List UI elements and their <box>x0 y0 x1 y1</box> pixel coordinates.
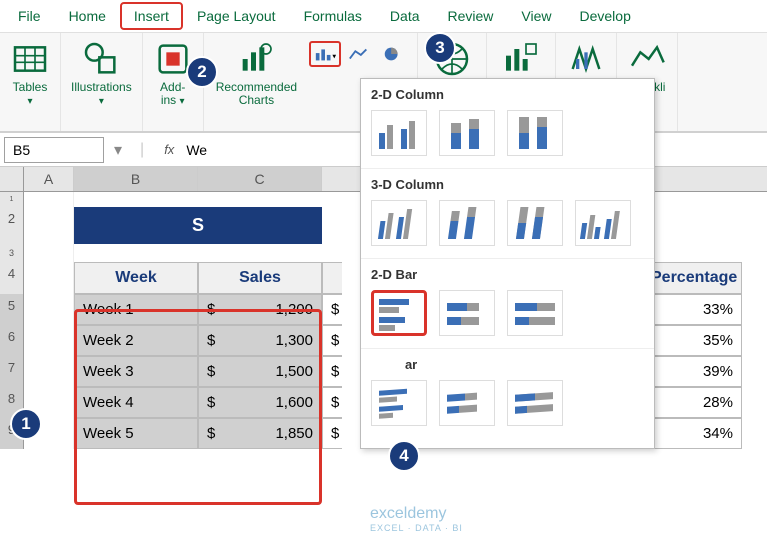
cell-sales-2[interactable]: $1,300 <box>198 325 322 356</box>
stacked100-3d-column-option[interactable] <box>507 200 563 246</box>
row-header-4[interactable]: 4 <box>0 262 24 294</box>
stacked100-3d-bar-option[interactable] <box>507 380 563 426</box>
ribbon-tables-group[interactable]: Tables▾ <box>0 33 61 131</box>
cell-pct-3[interactable]: 39% <box>642 356 742 387</box>
stacked100-bar-option[interactable] <box>507 290 563 336</box>
recommended-charts-icon <box>236 39 276 79</box>
chart-type-dropdown: 2-D Column 3-D Column 2-D Bar 3-D Bar <box>360 78 655 449</box>
tab-data[interactable]: Data <box>376 2 434 30</box>
cell-next-3[interactable]: $ <box>322 356 342 387</box>
cell-week-5[interactable]: Week 5 <box>74 418 198 449</box>
cell-sales-4[interactable]: $1,600 <box>198 387 322 418</box>
map3d-icon <box>566 39 606 79</box>
3d-column-option[interactable] <box>575 200 631 246</box>
col-header-A[interactable]: A <box>24 167 74 191</box>
clustered-3d-column-option[interactable] <box>371 200 427 246</box>
svg-text:▾: ▾ <box>332 52 336 61</box>
cell-sales-5[interactable]: $1,850 <box>198 418 322 449</box>
cell-pct-5[interactable]: 34% <box>642 418 742 449</box>
row-header-5[interactable]: 5 <box>0 294 24 325</box>
ribbon-illustrations-group[interactable]: Illustrations▾ <box>61 33 143 131</box>
stacked-bar-option[interactable] <box>439 290 495 336</box>
tab-pagelayout[interactable]: Page Layout <box>183 2 290 30</box>
cell-sales-3[interactable]: $1,500 <box>198 356 322 387</box>
row-header-2[interactable]: 2 <box>0 207 24 244</box>
cell-pct-1[interactable]: 33% <box>642 294 742 325</box>
recommended-charts-button[interactable]: Recommended Charts <box>208 35 305 111</box>
tab-view[interactable]: View <box>507 2 565 30</box>
stacked-column-option[interactable] <box>439 110 495 156</box>
header-sales[interactable]: Sales <box>198 262 322 294</box>
col-header-C[interactable]: C <box>198 167 322 191</box>
table-title: S <box>74 207 322 244</box>
header-percentage[interactable]: Percentage <box>642 262 742 294</box>
name-box-dropdown[interactable]: ▾ <box>108 140 128 160</box>
col-header-B[interactable]: B <box>74 167 198 191</box>
tab-home[interactable]: Home <box>55 2 120 30</box>
cell-week-3[interactable]: Week 3 <box>74 356 198 387</box>
section-2d-bar: 2-D Bar <box>361 259 654 286</box>
pie-chart-button[interactable] <box>377 41 409 67</box>
select-all-corner[interactable] <box>0 167 24 191</box>
column-chart-button[interactable]: ▾ <box>309 41 341 67</box>
tab-review[interactable]: Review <box>434 2 508 30</box>
tab-file[interactable]: File <box>4 2 55 30</box>
stacked-3d-column-option[interactable] <box>439 200 495 246</box>
step-4-badge: 4 <box>388 440 420 472</box>
stacked-3d-bar-option[interactable] <box>439 380 495 426</box>
pivot-chart-icon <box>501 39 541 79</box>
cell-sales-1[interactable]: $1,200 <box>198 294 322 325</box>
cell-pct-2[interactable]: 35% <box>642 325 742 356</box>
section-3d-bar: 3-D Bar <box>361 349 654 376</box>
step-3-badge: 3 <box>424 32 456 64</box>
cell-next-5[interactable]: $ <box>322 418 342 449</box>
cell-week-1[interactable]: Week 1 <box>74 294 198 325</box>
chart-type-buttons: ▾ <box>305 35 413 67</box>
tab-insert[interactable]: Insert <box>120 2 183 30</box>
sparkline-icon <box>627 39 667 79</box>
name-box[interactable] <box>4 137 104 163</box>
cell-next-1[interactable]: $ <box>322 294 342 325</box>
tab-formulas[interactable]: Formulas <box>290 2 376 30</box>
row-header-1[interactable]: 1 <box>0 192 24 207</box>
step-1-badge: 1 <box>10 408 42 440</box>
row-header-3[interactable]: 3 <box>0 244 24 262</box>
tab-developer[interactable]: Develop <box>566 2 645 30</box>
cell-pct-4[interactable]: 28% <box>642 387 742 418</box>
tables-label: Tables <box>13 80 48 94</box>
clustered-bar-option[interactable] <box>371 290 427 336</box>
stacked100-column-option[interactable] <box>507 110 563 156</box>
row-header-7[interactable]: 7 <box>0 356 24 387</box>
cell-week-4[interactable]: Week 4 <box>74 387 198 418</box>
cell-week-2[interactable]: Week 2 <box>74 325 198 356</box>
illustrations-label: Illustrations <box>71 80 132 94</box>
recommended-label: Recommended Charts <box>216 81 297 107</box>
shapes-icon <box>81 39 121 79</box>
table-icon <box>10 39 50 79</box>
clustered-3d-bar-option[interactable] <box>371 380 427 426</box>
section-2d-column: 2-D Column <box>361 79 654 106</box>
clustered-column-option[interactable] <box>371 110 427 156</box>
cell-next-2[interactable]: $ <box>322 325 342 356</box>
watermark: exceldemy EXCEL · DATA · BI <box>370 505 463 533</box>
step-2-badge: 2 <box>186 56 218 88</box>
header-week[interactable]: Week <box>74 262 198 294</box>
section-3d-column: 3-D Column <box>361 169 654 196</box>
row-header-6[interactable]: 6 <box>0 325 24 356</box>
cell-next-4[interactable]: $ <box>322 387 342 418</box>
line-chart-button[interactable] <box>343 41 375 67</box>
fx-icon[interactable]: fx <box>156 142 182 157</box>
ribbon-tabs: File Home Insert Page Layout Formulas Da… <box>0 0 767 33</box>
